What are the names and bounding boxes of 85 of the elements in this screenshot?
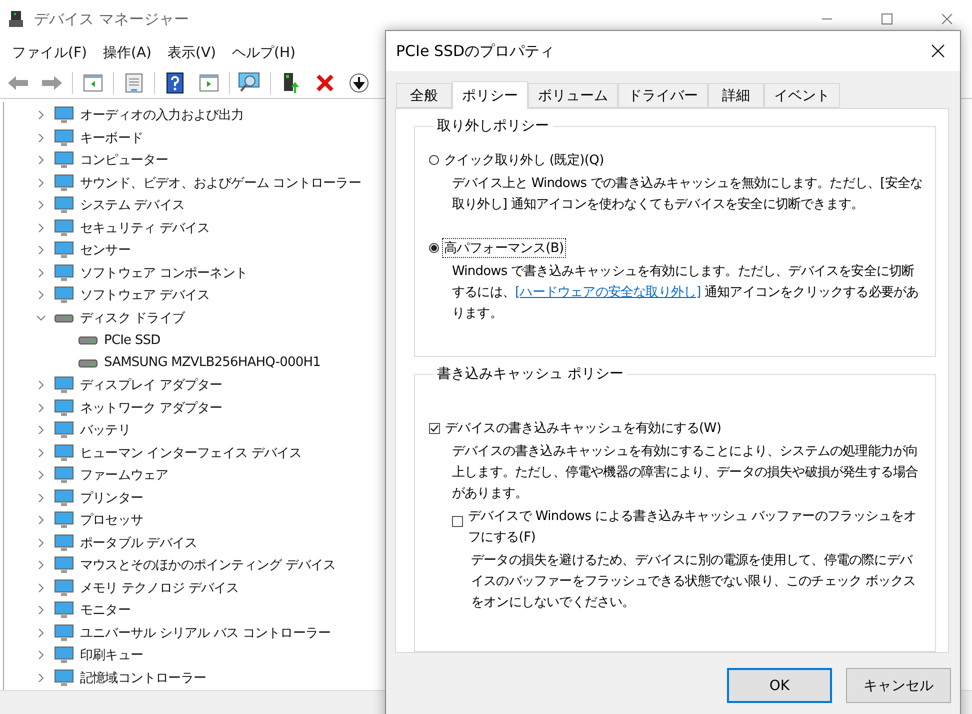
tree-item[interactable]: ネットワーク アダプター (80, 398, 222, 417)
device-icon (54, 466, 74, 484)
checkbox-label[interactable]: デバイスで Windows による書き込みキャッシュ バッファーのフラッシュをオフにする(F) (467, 506, 923, 548)
device-icon (54, 218, 74, 237)
tree-item[interactable]: 記憶域コントローラー (80, 668, 206, 687)
group-heading: 取り外しポリシー (436, 117, 550, 135)
radio-button[interactable] (429, 243, 439, 253)
dialog-button[interactable]: キャンセル (846, 668, 951, 703)
device-icon (54, 511, 74, 530)
checkbox-label[interactable]: デバイスの書き込みキャッシュを有効にする(W) (444, 419, 722, 438)
device-icon (54, 488, 74, 507)
tree-item[interactable]: バッテリ (80, 421, 130, 440)
tab[interactable]: ポリシー (452, 81, 528, 109)
tree-item[interactable]: サウンド、ビデオ、およびゲーム コントローラー (80, 174, 361, 192)
tab[interactable]: ドライバー (618, 83, 708, 108)
device-icon (54, 241, 74, 260)
tab[interactable]: 詳細 (708, 83, 764, 108)
maximize-icon (881, 13, 893, 25)
device-icon (54, 601, 74, 620)
tree-item[interactable]: PCIe SSD (104, 332, 160, 348)
tree-item[interactable]: センサー (80, 241, 130, 260)
device-icon (54, 578, 74, 597)
app-icon (8, 10, 24, 28)
device-icon (54, 398, 74, 417)
device-icon (54, 128, 74, 147)
device-icon (54, 534, 74, 552)
drive-icon (78, 335, 98, 346)
menu-item[interactable]: 表示(V) (160, 44, 224, 62)
tree-item[interactable]: ディスプレイ アダプター (80, 376, 222, 394)
tree-item[interactable]: ファームウェア (80, 466, 168, 484)
drive-icon (78, 358, 98, 368)
tree-item[interactable]: ソフトウェア コンポーネント (80, 264, 248, 282)
device-icon (54, 646, 74, 664)
safe-removal-link[interactable]: [ハードウェアの安全な取り外し] (515, 285, 701, 300)
dialog-title: PCIe SSDのプロパティ (396, 42, 556, 60)
device-icon (54, 174, 74, 192)
menu-item[interactable]: ファイル(F) (4, 44, 95, 62)
close-icon (931, 44, 945, 58)
tree-item[interactable]: コンピューター (80, 151, 168, 170)
tree-item[interactable]: オーディオの入力および出力 (80, 106, 244, 124)
tree-item[interactable]: ソフトウェア デバイス (80, 286, 210, 304)
radio-label[interactable]: 高パフォーマンス(B) (443, 239, 565, 257)
device-icon (54, 556, 74, 574)
tab[interactable]: ボリューム (528, 83, 618, 108)
device-icon (54, 668, 74, 687)
option-description: デバイス上と Windows での書き込みキャッシュを無効にします。ただし、[安全な取り外し] 通知アイコンを使わなくてもデバイスを安全に切断できます。 (452, 175, 923, 214)
tree-item[interactable]: メモリ テクノロジ デバイス (80, 578, 239, 597)
option-description: データの損失を避けるため、デバイスに別の電源を使用して、停電の際にデバイスのバッファーをフラッシュできる状態でない限り、このチェック ボックスをオンにしないでください。 (471, 552, 917, 612)
tree-item[interactable]: 印刷キュー (80, 646, 144, 664)
tab[interactable]: 全般 (396, 83, 452, 108)
tree-item[interactable]: セキュリティ デバイス (80, 218, 210, 237)
close-icon (941, 13, 953, 25)
tree-item[interactable]: プリンター (80, 488, 144, 507)
drive-icon (54, 312, 74, 323)
device-icon (54, 151, 74, 170)
group-heading: 書き込みキャッシュ ポリシー (436, 365, 624, 384)
checkbox[interactable] (452, 516, 463, 528)
tree-item[interactable]: キーボード (80, 128, 144, 147)
device-icon (54, 444, 74, 462)
tree-item[interactable]: プロセッサ (80, 511, 144, 530)
menu-item[interactable]: 操作(A) (94, 44, 160, 62)
checkbox[interactable] (429, 422, 440, 434)
option-description: デバイスの書き込みキャッシュを有効にすることにより、システムの処理能力が向上します。ただし、停電や機器の障害により、データの損失や破損が発生する場合があります。 (452, 443, 920, 504)
dialog-button[interactable]: OK (727, 668, 832, 703)
tree-item[interactable]: ディスク ドライブ (80, 308, 185, 327)
tree-item[interactable]: モニター (80, 601, 130, 620)
tab[interactable]: イベント (764, 83, 840, 108)
tree-item[interactable]: マウスとそのほかのポインティング デバイス (80, 556, 336, 574)
device-icon (54, 376, 74, 394)
tree-item[interactable]: ヒューマン インターフェイス デバイス (80, 444, 302, 462)
device-icon (54, 624, 74, 642)
device-icon (54, 196, 74, 214)
radio-label[interactable]: クイック取り外し (既定)(Q) (443, 151, 605, 169)
tree-item[interactable]: システム デバイス (80, 196, 185, 214)
device-icon (54, 264, 74, 282)
radio-button[interactable] (429, 155, 439, 165)
device-icon (54, 421, 74, 440)
tree-item[interactable]: ユニバーサル シリアル バス コントローラー (80, 624, 331, 642)
tree-item[interactable]: ポータブル デバイス (80, 534, 198, 552)
tree-item[interactable]: SAMSUNG MZVLB256HAHQ-000H1 (104, 355, 320, 370)
option-description: Windows で書き込みキャッシュを有効にします。ただし、デバイスを安全に切断するには、[ハードウェアの安全な取り外し] 通知アイコンをクリックする必要があります。 (452, 263, 920, 323)
window-title: デバイス マネージャー (34, 10, 190, 28)
menu-item[interactable]: ヘルプ(H) (224, 44, 304, 62)
device-icon (54, 106, 74, 124)
device-icon (54, 286, 74, 304)
